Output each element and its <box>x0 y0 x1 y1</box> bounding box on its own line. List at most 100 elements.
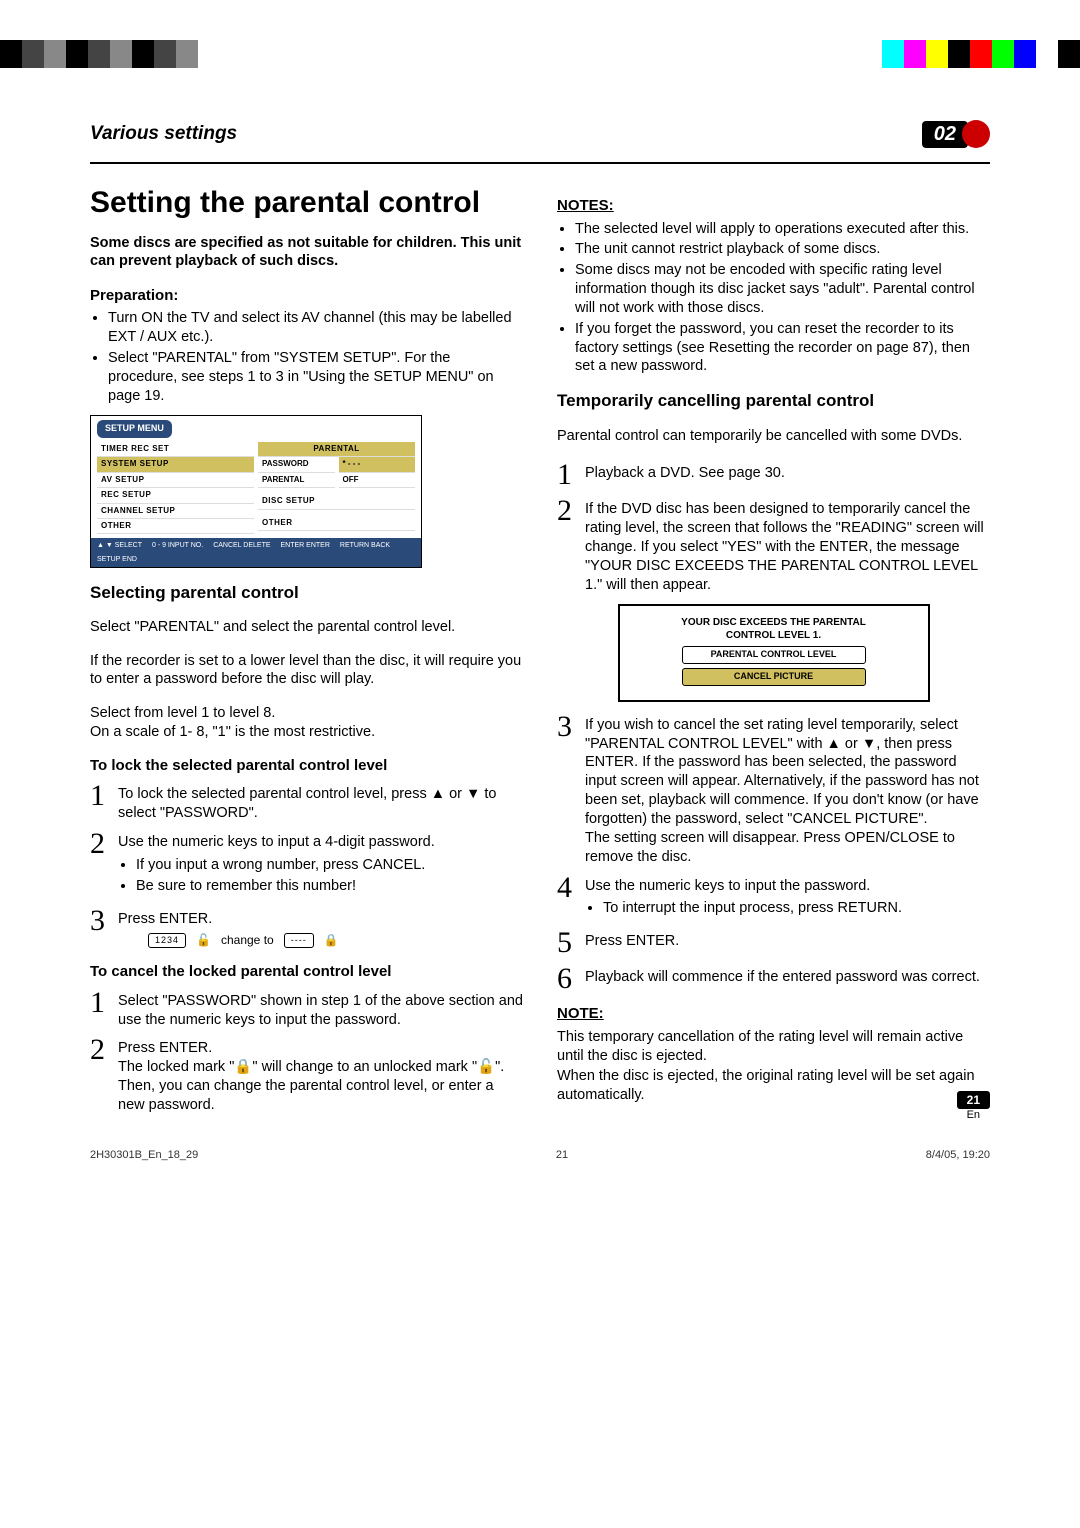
step-text: Playback a DVD. See page 30. <box>585 460 990 490</box>
print-footer: 2H30301B_En_18_29 21 8/4/05, 19:20 <box>90 1149 990 1161</box>
step-number: 5 <box>557 928 585 958</box>
note-item: The unit cannot restrict playback of som… <box>575 240 990 259</box>
step-text: Playback will commence if the entered pa… <box>585 964 990 994</box>
note-item: If you forget the password, you can rese… <box>575 320 990 377</box>
note-item: Some discs may not be encoded with speci… <box>575 261 990 318</box>
submenu-value: * - - - <box>339 457 416 472</box>
dialog-text: CONTROL LEVEL 1. <box>634 629 914 642</box>
unlock-icon: 🔓 <box>196 933 211 949</box>
submenu-group: OTHER <box>258 516 415 531</box>
prep-item: Select "PARENTAL" from "SYSTEM SETUP". F… <box>108 349 523 406</box>
preparation-list: Turn ON the TV and select its AV channel… <box>90 309 523 405</box>
step-number: 6 <box>557 964 585 994</box>
step-number: 2 <box>90 829 118 900</box>
submenu-group: DISC SETUP <box>258 494 415 509</box>
setup-menu-footer: ▲ ▼ SELECT 0 - 9 INPUT NO. CANCEL DELETE… <box>91 538 421 566</box>
temp-cancel-heading: Temporarily cancelling parental control <box>557 390 990 412</box>
step-text: Select "PASSWORD" shown in step 1 of the… <box>118 988 523 1030</box>
cancel-heading: To cancel the locked parental control le… <box>90 962 523 982</box>
step-text: Press ENTER. <box>118 911 212 927</box>
step-text: Use the numeric keys to input the passwo… <box>585 877 990 896</box>
step-bullet: If you input a wrong number, press CANCE… <box>136 856 523 875</box>
dialog-text: YOUR DISC EXCEEDS THE PARENTAL <box>634 616 914 629</box>
lock-heading: To lock the selected parental control le… <box>90 756 523 776</box>
step: 2 Press ENTER. The locked mark "🔒" will … <box>90 1035 523 1114</box>
menu-item: TIMER REC SET <box>97 442 254 457</box>
dialog-option-selected: CANCEL PICTURE <box>682 668 866 686</box>
step-number: 2 <box>90 1035 118 1114</box>
step: 2 Use the numeric keys to input a 4-digi… <box>90 829 523 900</box>
step-bullet: Be sure to remember this number! <box>136 877 523 896</box>
step-bullet: To interrupt the input process, press RE… <box>603 899 990 918</box>
password-box-after: ---- <box>284 933 314 949</box>
page-lang: En <box>957 1109 990 1121</box>
body-text: On a scale of 1- 8, "1" is the most rest… <box>90 723 523 742</box>
notes-heading: NOTES: <box>557 196 990 216</box>
step: 4 Use the numeric keys to input the pass… <box>557 873 990 923</box>
step-number: 1 <box>557 460 585 490</box>
step-text: Press ENTER. <box>118 1039 523 1058</box>
step: 1 Playback a DVD. See page 30. <box>557 460 990 490</box>
setup-menu-diagram: SETUP MENU TIMER REC SET SYSTEM SETUP AV… <box>90 415 422 567</box>
header-rule <box>90 162 990 164</box>
step: 2 If the DVD disc has been designed to t… <box>557 496 990 594</box>
submenu-value: OFF <box>339 473 416 488</box>
step: 3 Press ENTER. 1234 🔓 change to ---- 🔒 <box>90 906 523 953</box>
step-text: Press ENTER. <box>585 928 990 958</box>
lock-icon: 🔒 <box>324 933 339 949</box>
step-text: If you wish to cancel the set rating lev… <box>585 716 990 829</box>
parental-dialog: YOUR DISC EXCEEDS THE PARENTAL CONTROL L… <box>618 604 930 701</box>
step-number: 4 <box>557 873 585 923</box>
step-number: 1 <box>90 988 118 1030</box>
body-text: If the recorder is set to a lower level … <box>90 652 523 690</box>
dialog-option: PARENTAL CONTROL LEVEL <box>682 646 866 664</box>
step-text: The setting screen will disappear. Press… <box>585 829 990 867</box>
step-text: Use the numeric keys to input a 4-digit … <box>118 834 435 850</box>
step-number: 3 <box>90 906 118 953</box>
menu-item: REC SETUP <box>97 488 254 503</box>
submenu-label: PASSWORD <box>258 457 335 472</box>
body-text: Parental control can temporarily be canc… <box>557 427 990 446</box>
prep-item: Turn ON the TV and select its AV channel… <box>108 309 523 347</box>
menu-item: OTHER <box>97 519 254 534</box>
page-number: 21 En <box>957 1091 990 1121</box>
body-text: Select "PARENTAL" and select the parenta… <box>90 618 523 637</box>
step-text: If the DVD disc has been designed to tem… <box>585 496 990 594</box>
page-title: Setting the parental control <box>90 186 523 219</box>
step-text: Then, you can change the parental contro… <box>118 1077 523 1115</box>
footer-center: 21 <box>556 1149 568 1161</box>
print-color-bars <box>0 40 1080 68</box>
step-text: The locked mark "🔒" will change to an un… <box>118 1058 523 1077</box>
step: 1 To lock the selected parental control … <box>90 781 523 823</box>
step-number: 1 <box>90 781 118 823</box>
body-text: This temporary cancellation of the ratin… <box>557 1028 990 1066</box>
footer-left: 2H30301B_En_18_29 <box>90 1149 198 1161</box>
body-text: Select from level 1 to level 8. <box>90 704 523 723</box>
step: 3 If you wish to cancel the set rating l… <box>557 712 990 867</box>
note-heading: NOTE: <box>557 1004 990 1024</box>
preparation-heading: Preparation: <box>90 286 523 306</box>
menu-item: AV SETUP <box>97 473 254 488</box>
change-to-text: change to <box>221 933 274 949</box>
intro-text: Some discs are specified as not suitable… <box>90 234 523 272</box>
setup-menu-title: SETUP MENU <box>97 420 172 438</box>
notes-list: The selected level will apply to operati… <box>557 220 990 377</box>
submenu-label: PARENTAL <box>258 473 335 488</box>
chapter-badge: 02 <box>922 120 990 148</box>
step: 1 Select "PASSWORD" shown in step 1 of t… <box>90 988 523 1030</box>
submenu-title: PARENTAL <box>258 442 415 457</box>
menu-item: CHANNEL SETUP <box>97 504 254 519</box>
step-number: 3 <box>557 712 585 867</box>
page-number-badge: 21 <box>957 1091 990 1109</box>
menu-item-selected: SYSTEM SETUP <box>97 457 254 472</box>
lock-diagram: 1234 🔓 change to ---- 🔒 <box>148 933 523 949</box>
footer-right: 8/4/05, 19:20 <box>926 1149 990 1161</box>
selecting-heading: Selecting parental control <box>90 582 523 604</box>
note-item: The selected level will apply to operati… <box>575 220 990 239</box>
step: 6 Playback will commence if the entered … <box>557 964 990 994</box>
password-box-before: 1234 <box>148 933 186 949</box>
body-text: When the disc is ejected, the original r… <box>557 1067 990 1105</box>
step-text: To lock the selected parental control le… <box>118 781 523 823</box>
section-header: Various settings <box>90 123 922 145</box>
step: 5 Press ENTER. <box>557 928 990 958</box>
